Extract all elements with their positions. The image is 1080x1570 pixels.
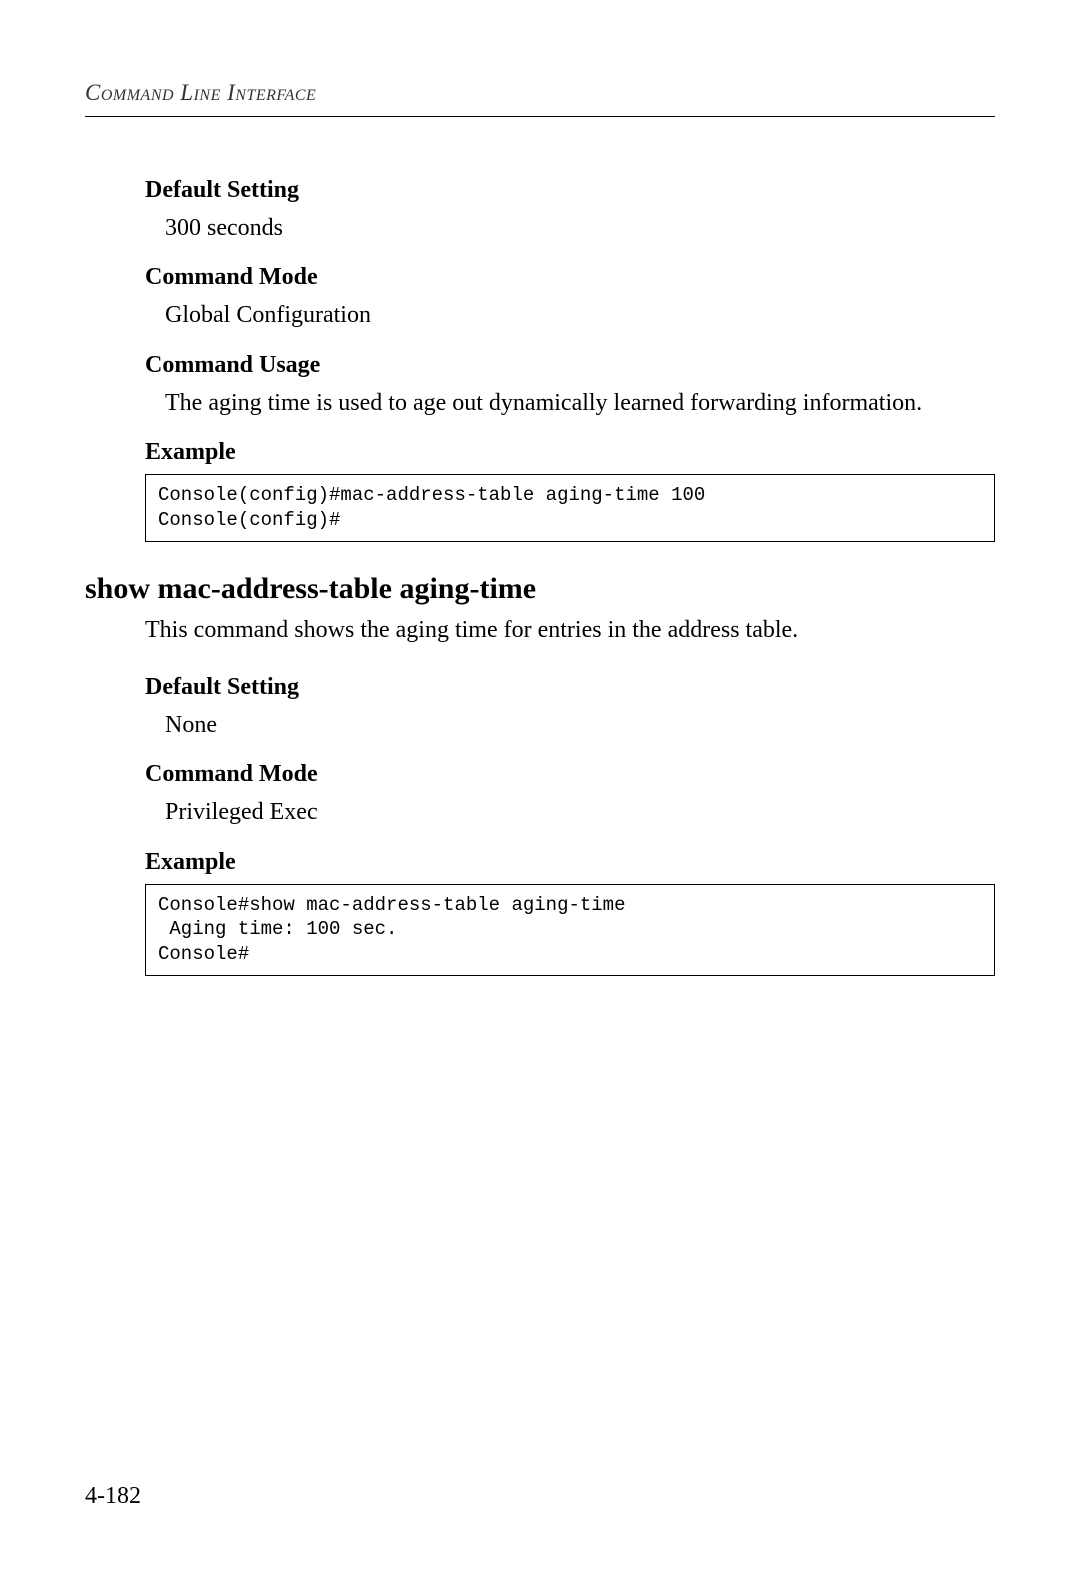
default-setting-value-2: None	[165, 709, 995, 741]
command-mode-label-2: Command Mode	[145, 761, 995, 788]
example-label-2: Example	[145, 849, 995, 876]
example-code-2: Console#show mac-address-table aging-tim…	[145, 884, 995, 976]
command-mode-label-1: Command Mode	[145, 264, 995, 291]
default-setting-label-2: Default Setting	[145, 674, 995, 701]
command-description: This command shows the aging time for en…	[145, 614, 995, 646]
default-setting-label-1: Default Setting	[145, 177, 995, 204]
command-mode-value-2: Privileged Exec	[165, 796, 995, 828]
example-label-1: Example	[145, 439, 995, 466]
command-usage-label: Command Usage	[145, 352, 995, 379]
page-header: Command Line Interface	[85, 80, 995, 117]
command-mode-value-1: Global Configuration	[165, 299, 995, 331]
default-setting-value-1: 300 seconds	[165, 212, 995, 244]
example-code-1: Console(config)#mac-address-table aging-…	[145, 474, 995, 541]
command-usage-text: The aging time is used to age out dynami…	[165, 387, 995, 419]
page-number: 4-182	[85, 1483, 141, 1510]
command-title: show mac-address-table aging-time	[85, 572, 995, 606]
